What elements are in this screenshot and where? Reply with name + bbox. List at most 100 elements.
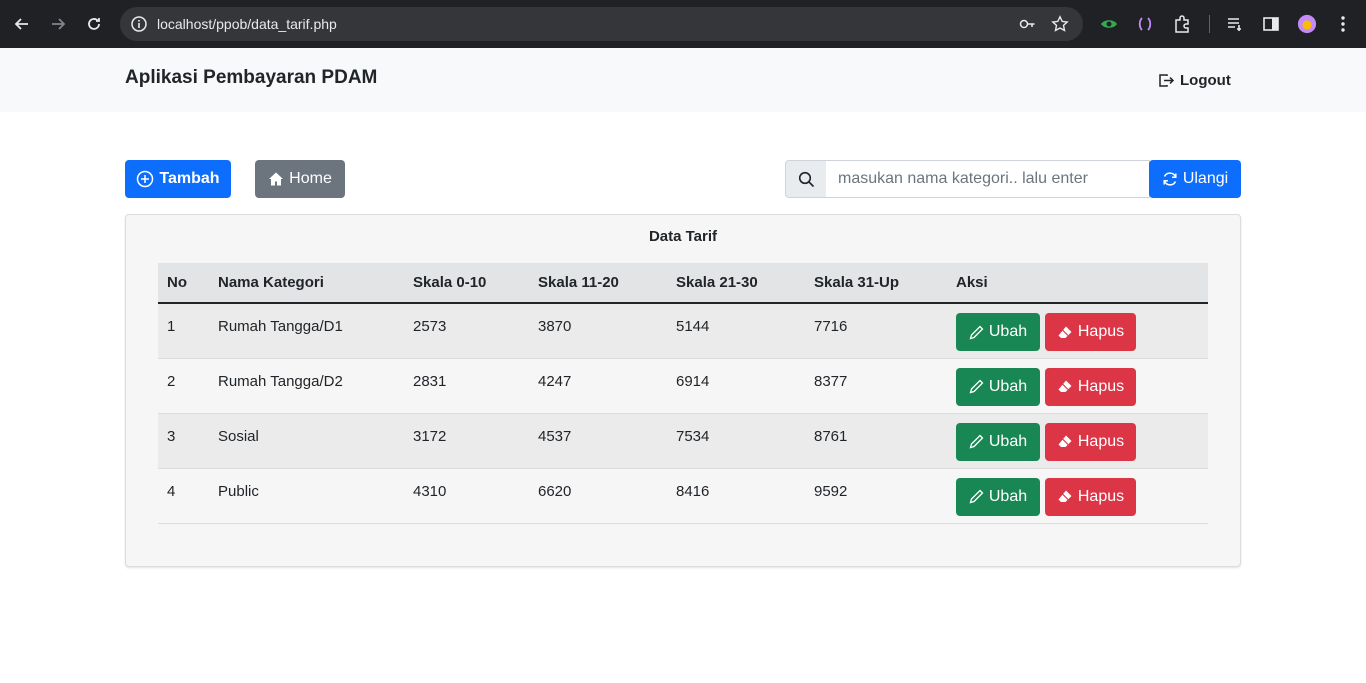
back-arrow-icon[interactable] xyxy=(10,12,34,36)
cell-skala-0-10: 3172 xyxy=(413,427,447,445)
logout-label: Logout xyxy=(1180,72,1231,89)
reading-list-icon[interactable] xyxy=(1225,14,1245,34)
ubah-label: Ubah xyxy=(988,487,1028,505)
column-header-skala-0-10: Skala 0-10 xyxy=(404,263,529,304)
eraser-icon xyxy=(1058,326,1072,338)
search-group xyxy=(785,160,1150,198)
address-bar[interactable]: localhost/ppob/data_tarif.php xyxy=(120,7,1083,41)
ulangi-label: Ulangi xyxy=(1182,170,1229,187)
hapus-button[interactable]: Hapus xyxy=(1045,313,1136,351)
brackets-extension-icon[interactable] xyxy=(1135,14,1155,34)
refresh-icon xyxy=(1163,172,1177,186)
cell-skala-11-20: 4537 xyxy=(538,427,572,445)
extensions-puzzle-icon[interactable] xyxy=(1172,14,1192,34)
pencil-icon xyxy=(969,379,984,394)
table-header-row: No Nama Kategori Skala 0-10 Skala 11-20 … xyxy=(158,263,1208,304)
hapus-button[interactable]: Hapus xyxy=(1045,477,1136,516)
forward-arrow-icon[interactable] xyxy=(46,12,70,36)
cell-skala-11-20: 4247 xyxy=(538,372,572,390)
ubah-button[interactable]: Ubah xyxy=(956,422,1040,461)
hapus-label: Hapus xyxy=(1077,323,1125,340)
tambah-button[interactable]: Tambah xyxy=(125,160,231,198)
side-panel-icon[interactable] xyxy=(1261,14,1281,34)
search-icon xyxy=(785,160,827,198)
app-navbar: Aplikasi Pembayaran PDAM Logout xyxy=(0,48,1366,112)
reload-icon[interactable] xyxy=(82,12,106,36)
cell-no: 1 xyxy=(167,318,176,335)
cell-skala-0-10: 2573 xyxy=(413,318,447,335)
ubah-label: Ubah xyxy=(988,432,1028,450)
cell-aksi: Ubah Hapus xyxy=(947,303,1208,358)
hapus-label: Hapus xyxy=(1077,377,1125,395)
cell-aksi: Ubah Hapus xyxy=(947,413,1208,468)
cell-skala-31-up: 8761 xyxy=(814,427,848,445)
cell-no: 3 xyxy=(167,427,176,445)
bookmark-star-icon[interactable] xyxy=(1051,15,1069,33)
logout-icon xyxy=(1159,74,1175,87)
hapus-button[interactable]: Hapus xyxy=(1045,367,1136,406)
cell-nama: Rumah Tangga/D2 xyxy=(218,372,343,390)
cell-nama: Rumah Tangga/D1 xyxy=(218,318,343,335)
cell-skala-11-20: 3870 xyxy=(538,318,572,335)
logout-link[interactable]: Logout xyxy=(1158,72,1231,89)
data-tarif-card: Data Tarif No Nama Kategori Skala 0-10 S… xyxy=(125,214,1241,567)
table-row: 1 Rumah Tangga/D1 2573 3870 5144 7716 Ub… xyxy=(158,303,1208,358)
column-header-skala-31-up: Skala 31-Up xyxy=(805,263,947,304)
eraser-icon xyxy=(1058,435,1072,447)
cell-skala-21-30: 7534 xyxy=(676,427,710,445)
toolbar-divider xyxy=(1209,15,1210,33)
column-header-aksi: Aksi xyxy=(947,263,1208,304)
home-label: Home xyxy=(289,170,332,187)
hapus-label: Hapus xyxy=(1077,487,1125,505)
pencil-icon xyxy=(969,325,984,339)
ubah-label: Ubah xyxy=(988,377,1028,395)
cell-nama: Public xyxy=(218,482,259,500)
column-header-nama: Nama Kategori xyxy=(209,263,404,304)
cell-skala-0-10: 4310 xyxy=(413,482,447,500)
cell-aksi: Ubah Hapus xyxy=(947,468,1208,523)
password-key-icon[interactable] xyxy=(1018,15,1036,33)
table-row: 4 Public 4310 6620 8416 9592 Ubah Hapus xyxy=(158,468,1208,523)
app-brand[interactable]: Aplikasi Pembayaran PDAM xyxy=(125,67,377,89)
site-info-icon[interactable] xyxy=(130,15,148,33)
search-input[interactable] xyxy=(826,160,1150,198)
profile-avatar-icon[interactable] xyxy=(1297,14,1317,34)
cell-aksi: Ubah Hapus xyxy=(947,358,1208,413)
eraser-icon xyxy=(1058,380,1072,392)
cell-no: 4 xyxy=(167,482,176,500)
ulangi-button[interactable]: Ulangi xyxy=(1149,160,1241,198)
pencil-icon xyxy=(969,489,984,504)
cell-skala-31-up: 7716 xyxy=(814,318,848,335)
cell-skala-11-20: 6620 xyxy=(538,482,572,500)
ubah-button[interactable]: Ubah xyxy=(956,313,1040,351)
home-button[interactable]: Home xyxy=(255,160,345,198)
ubah-button[interactable]: Ubah xyxy=(956,477,1040,516)
cell-no: 2 xyxy=(167,372,176,390)
pencil-icon xyxy=(969,434,984,449)
hapus-button[interactable]: Hapus xyxy=(1045,422,1136,461)
hapus-label: Hapus xyxy=(1077,432,1125,450)
ubah-label: Ubah xyxy=(988,323,1028,340)
plus-circle-icon xyxy=(137,170,154,188)
cell-skala-31-up: 8377 xyxy=(814,372,848,390)
cell-nama: Sosial xyxy=(218,427,259,445)
cell-skala-21-30: 6914 xyxy=(676,372,710,390)
column-header-skala-11-20: Skala 11-20 xyxy=(529,263,667,304)
ubah-button[interactable]: Ubah xyxy=(956,367,1040,406)
column-header-skala-21-30: Skala 21-30 xyxy=(667,263,805,304)
browser-chrome: localhost/ppob/data_tarif.php xyxy=(0,0,1366,48)
card-title: Data Tarif xyxy=(648,228,718,245)
browser-menu-icon[interactable] xyxy=(1333,14,1353,34)
cell-skala-21-30: 8416 xyxy=(676,482,710,500)
table-row: 3 Sosial 3172 4537 7534 8761 Ubah Hapus xyxy=(158,413,1208,468)
cell-skala-21-30: 5144 xyxy=(676,318,710,335)
cell-skala-0-10: 2831 xyxy=(413,372,447,390)
table-row: 2 Rumah Tangga/D2 2831 4247 6914 8377 Ub… xyxy=(158,358,1208,413)
eraser-icon xyxy=(1058,490,1072,502)
tarif-table: No Nama Kategori Skala 0-10 Skala 11-20 … xyxy=(158,263,1208,524)
eye-extension-icon[interactable] xyxy=(1099,14,1119,34)
tambah-label: Tambah xyxy=(159,170,220,187)
column-header-no: No xyxy=(158,263,209,304)
cell-skala-31-up: 9592 xyxy=(814,482,848,500)
url-text[interactable]: localhost/ppob/data_tarif.php xyxy=(157,16,337,32)
